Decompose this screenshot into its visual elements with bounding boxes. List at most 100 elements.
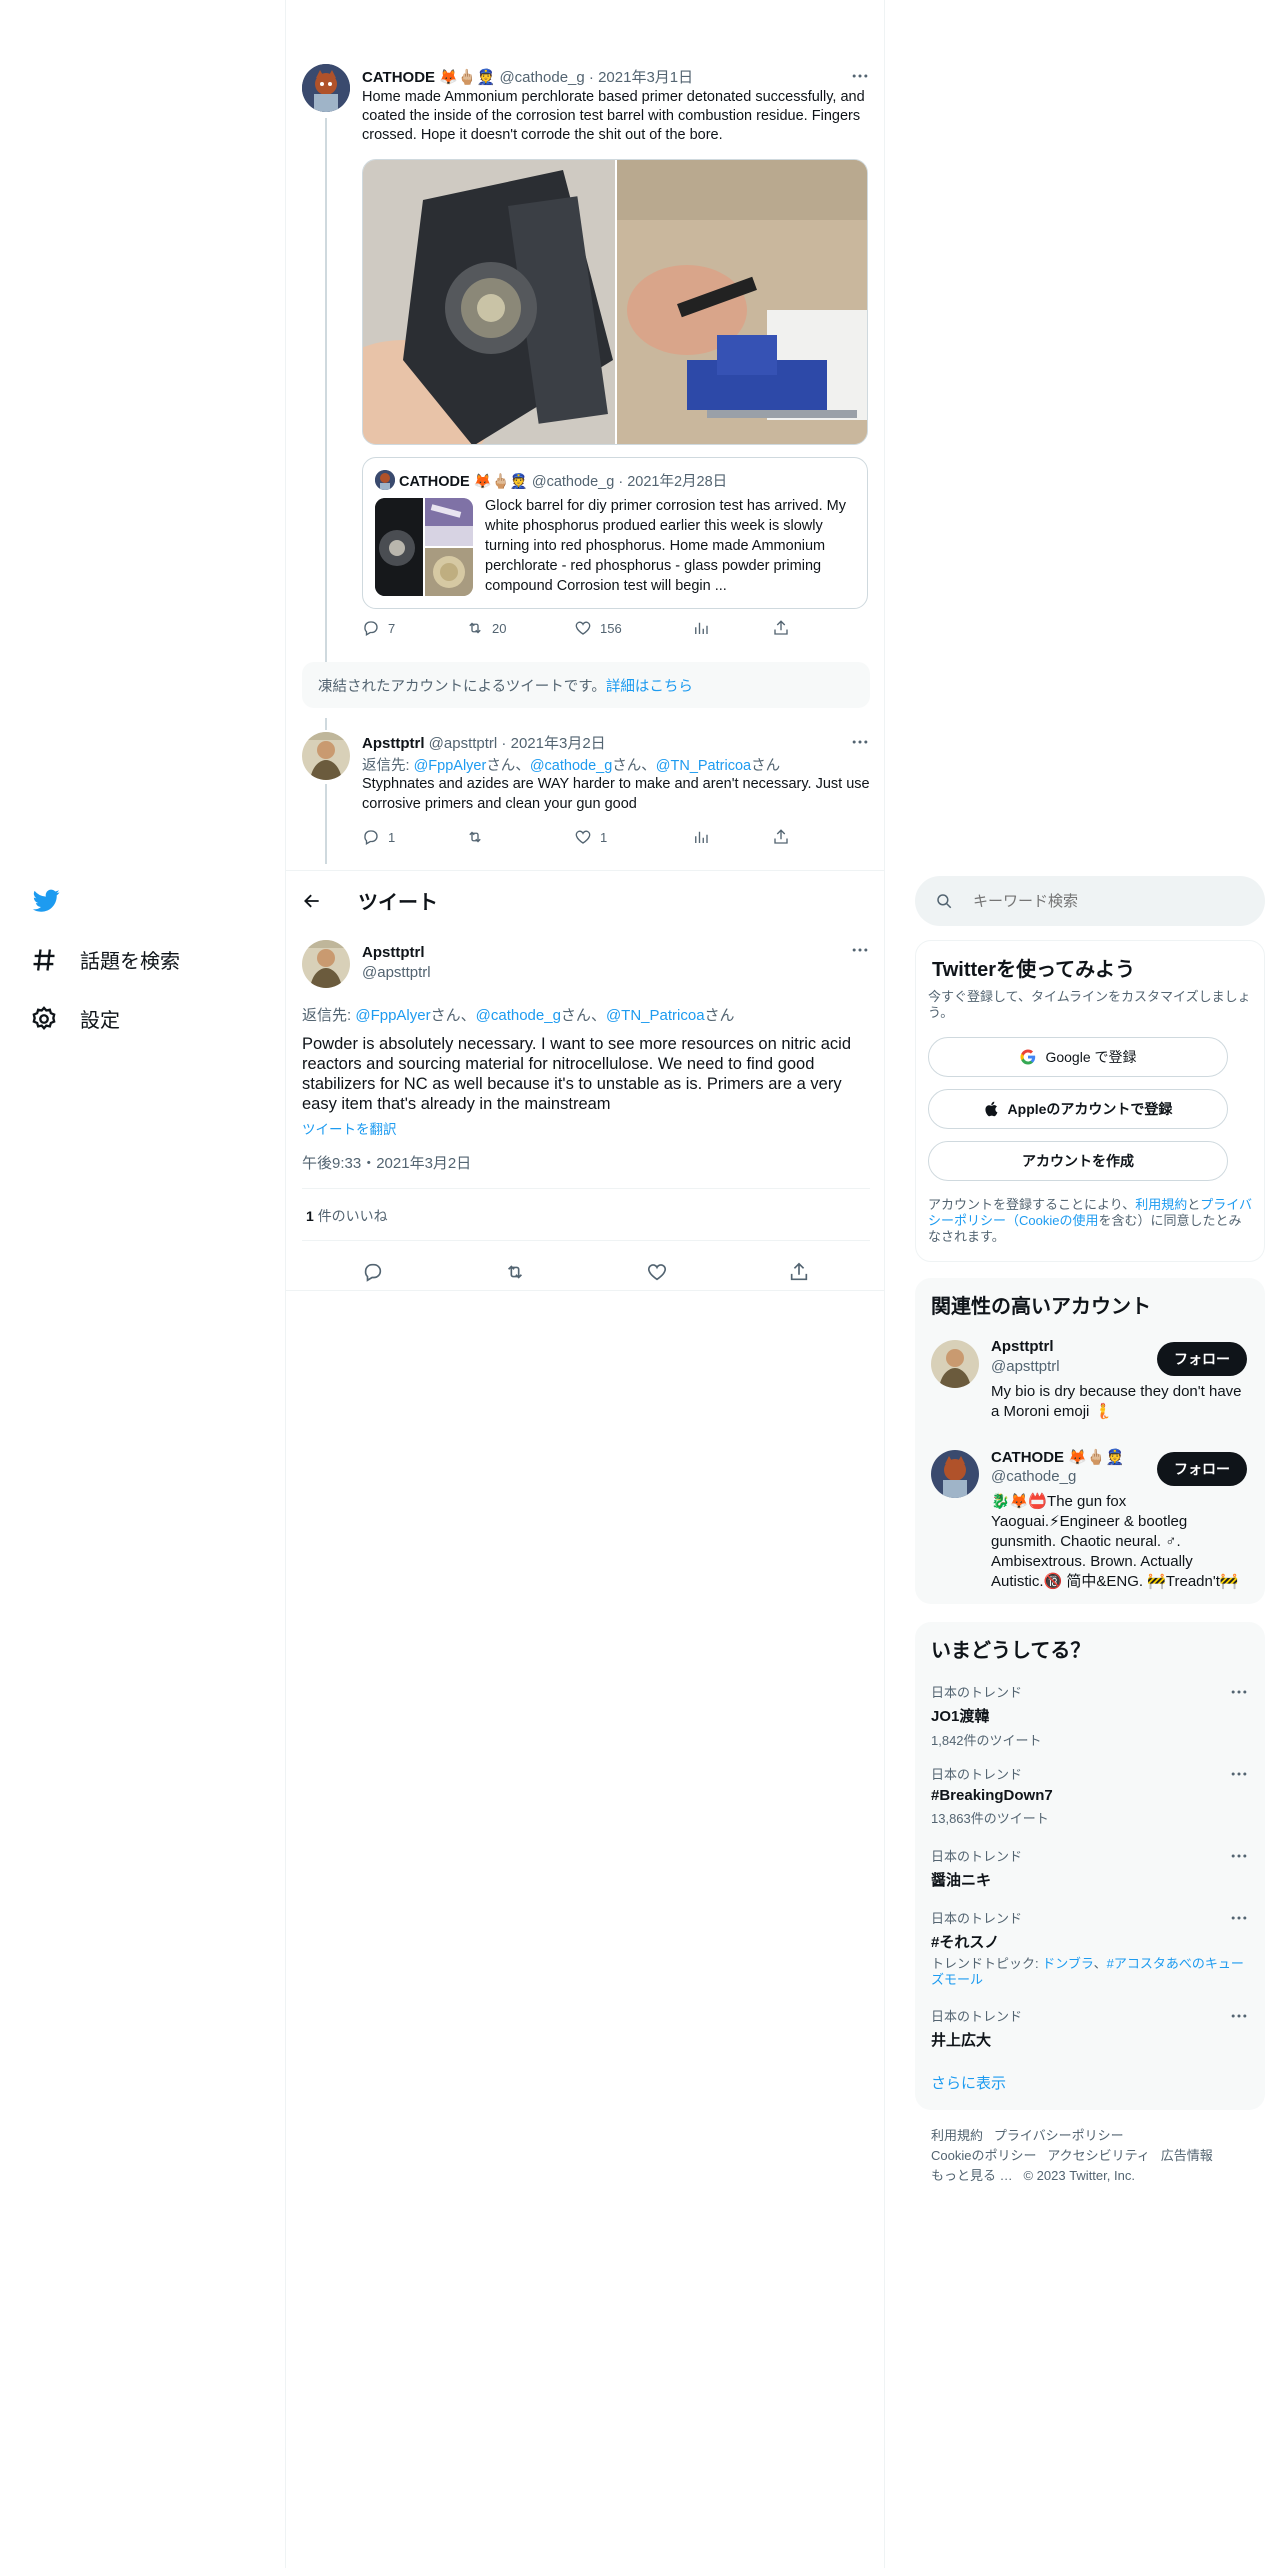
trend-name: JO1渡韓 <box>931 1708 990 1725</box>
tweet-date[interactable]: 2021年3月1日 <box>598 69 693 86</box>
apple-signup-button[interactable]: Appleのアカウントで登録 <box>928 1089 1228 1129</box>
author-name[interactable]: Apsttptrl <box>362 944 425 961</box>
tweet-header: Apsttptrl @apsttptrl · 2021年3月2日 <box>362 735 606 752</box>
thread-line <box>325 718 327 730</box>
likes-summary[interactable]: 1 件のいいね <box>306 1206 388 1226</box>
twitter-logo-icon[interactable] <box>30 887 62 915</box>
avatar <box>375 470 395 490</box>
tweet-date[interactable]: 2021年3月2日 <box>511 735 606 752</box>
reply-to-link[interactable]: @cathode_g <box>530 758 612 774</box>
more-icon[interactable] <box>850 732 870 752</box>
show-more-link[interactable]: さらに表示 <box>931 2072 1006 2093</box>
tweet-text: Home made Ammonium perchlorate based pri… <box>362 89 865 143</box>
share-button[interactable] <box>772 619 790 637</box>
footer-privacy-link[interactable]: プライバシーポリシー <box>994 2128 1124 2143</box>
search-box[interactable] <box>915 876 1265 926</box>
hashtag-icon <box>30 946 58 974</box>
nav-explore[interactable]: 話題を検索 <box>30 945 180 974</box>
create-account-button[interactable]: アカウントを作成 <box>928 1141 1228 1181</box>
footer-accessibility-link[interactable]: アクセシビリティ <box>1047 2148 1150 2163</box>
reply-to-link[interactable]: @FppAlyer <box>414 758 487 774</box>
reply-to-link[interactable]: @TN_Patricoa <box>656 758 751 774</box>
heart-icon <box>575 830 591 844</box>
author-handle[interactable]: @apsttptrl <box>429 735 498 752</box>
author-name[interactable]: Apsttptrl <box>362 735 425 752</box>
share-button[interactable] <box>772 828 790 846</box>
follow-button[interactable]: フォロー <box>1157 1452 1247 1486</box>
reply-count: 1 <box>388 829 396 845</box>
trend-item[interactable]: 日本のトレンド #BreakingDown7 13,863件のツイート <box>931 1764 1249 1827</box>
honorific: さん <box>612 758 642 774</box>
account-bio: 🐉🦊📛The gun fox Yaoguai.⚡Engineer & bootl… <box>991 1493 1239 1590</box>
author-name[interactable]: CATHODE <box>362 69 435 86</box>
analytics-button[interactable] <box>692 828 772 846</box>
follow-button[interactable]: フォロー <box>1157 1342 1247 1376</box>
translate-link[interactable]: ツイートを翻訳 <box>302 1118 397 1138</box>
avatar[interactable] <box>302 940 350 988</box>
create-account-label: アカウントを作成 <box>1022 1153 1134 1169</box>
reply-button[interactable]: 7 <box>362 619 466 637</box>
quoted-tweet[interactable]: CATHODE 🦊🖕🏼👮 @cathode_g · 2021年2月28日 Glo… <box>362 457 868 609</box>
related-title: 関連性の高いアカウント <box>931 1296 1151 1318</box>
terms-link[interactable]: 利用規約 <box>1135 1197 1187 1212</box>
suspended-learn-more-link[interactable]: 詳細はこちら <box>606 675 693 696</box>
more-icon[interactable] <box>1229 1846 1249 1866</box>
thread-tweet-apsttptrl[interactable]: Apsttptrl @apsttptrl · 2021年3月2日 返信先: @F… <box>302 718 870 864</box>
retweet-button[interactable] <box>466 828 574 846</box>
more-icon[interactable] <box>850 66 870 86</box>
quote-date: 2021年2月28日 <box>627 474 728 490</box>
footer-ads-link[interactable]: 広告情報 <box>1161 2148 1213 2163</box>
trend-item[interactable]: 日本のトレンド JO1渡韓 1,842件のツイート <box>931 1682 1249 1749</box>
more-icon[interactable] <box>1229 2006 1249 2026</box>
more-icon[interactable] <box>1229 1682 1249 1702</box>
divider <box>302 1240 870 1241</box>
more-icon[interactable] <box>1229 1764 1249 1784</box>
retweet-button[interactable]: 20 <box>466 619 574 637</box>
quote-photo-3 <box>425 548 473 596</box>
avatar[interactable] <box>302 64 350 112</box>
author-handle[interactable]: @cathode_g <box>499 69 584 86</box>
tweet-timestamp[interactable]: 午後9:33・2021年3月2日 <box>302 1152 471 1173</box>
related-account[interactable]: CATHODE 🦊🖕🏼👮 @cathode_g フォロー 🐉🦊📛The gun … <box>915 1442 1265 1602</box>
more-icon[interactable] <box>1229 1908 1249 1928</box>
reply-button[interactable]: 1 <box>362 828 466 846</box>
analytics-button[interactable] <box>692 619 772 637</box>
tweet-photo-barrel[interactable] <box>363 160 615 444</box>
footer-more-link[interactable]: もっと見る … <box>931 2168 1013 2183</box>
account-name: Apsttptrl <box>991 1338 1054 1355</box>
nav-settings-label: 設定 <box>80 1010 120 1032</box>
footer-cookie-link[interactable]: Cookieのポリシー <box>931 2148 1036 2163</box>
trend-name: #それスノ <box>931 1934 1000 1951</box>
like-button[interactable]: 156 <box>574 619 692 637</box>
quote-photo-1 <box>375 498 423 596</box>
like-button[interactable]: 1 <box>574 828 692 846</box>
related-account[interactable]: Apsttptrl @apsttptrl フォロー My bio is dry … <box>915 1332 1265 1442</box>
trend-item[interactable]: 日本のトレンド 井上広大 <box>931 2006 1249 2050</box>
author-emoji: 🦊🖕🏼👮 <box>439 69 496 86</box>
more-icon[interactable] <box>850 940 870 960</box>
heart-icon[interactable] <box>646 1261 668 1283</box>
gear-icon <box>30 1005 58 1033</box>
trend-topic-link[interactable]: ドンブラ <box>1042 1956 1093 1971</box>
back-arrow-icon[interactable] <box>302 891 326 911</box>
share-icon[interactable] <box>788 1261 810 1283</box>
reply-to-link[interactable]: @FppAlyer <box>355 1007 430 1024</box>
tweet-photo-vise[interactable] <box>617 160 867 444</box>
avatar[interactable] <box>302 732 350 780</box>
retweet-icon[interactable] <box>504 1261 526 1283</box>
search-input[interactable] <box>973 892 1233 910</box>
media-grid[interactable] <box>362 159 868 445</box>
footer-terms-link[interactable]: 利用規約 <box>931 2128 983 2143</box>
reply-to-link[interactable]: @cathode_g <box>476 1007 561 1024</box>
trend-category: 日本のトレンド <box>931 1849 1023 1864</box>
author-handle[interactable]: @apsttptrl <box>362 964 431 981</box>
nav-settings[interactable]: 設定 <box>30 1004 120 1033</box>
google-signup-button[interactable]: Google で登録 <box>928 1037 1228 1077</box>
reply-to-prefix: 返信先: <box>302 1007 356 1024</box>
tweet-text: Styphnates and azides are WAY harder to … <box>362 776 870 812</box>
trend-item[interactable]: 日本のトレンド 醤油ニキ <box>931 1846 1249 1890</box>
reply-to-link[interactable]: @TN_Patricoa <box>606 1007 705 1024</box>
reply-icon[interactable] <box>362 1261 384 1283</box>
thread-tweet-cathode[interactable]: CATHODE 🦊🖕🏼👮 @cathode_g · 2021年3月1日 Home… <box>302 62 870 708</box>
trend-item[interactable]: 日本のトレンド #それスノ トレンドトピック: ドンブラ、#アコスタあべのキュー… <box>931 1908 1249 1988</box>
